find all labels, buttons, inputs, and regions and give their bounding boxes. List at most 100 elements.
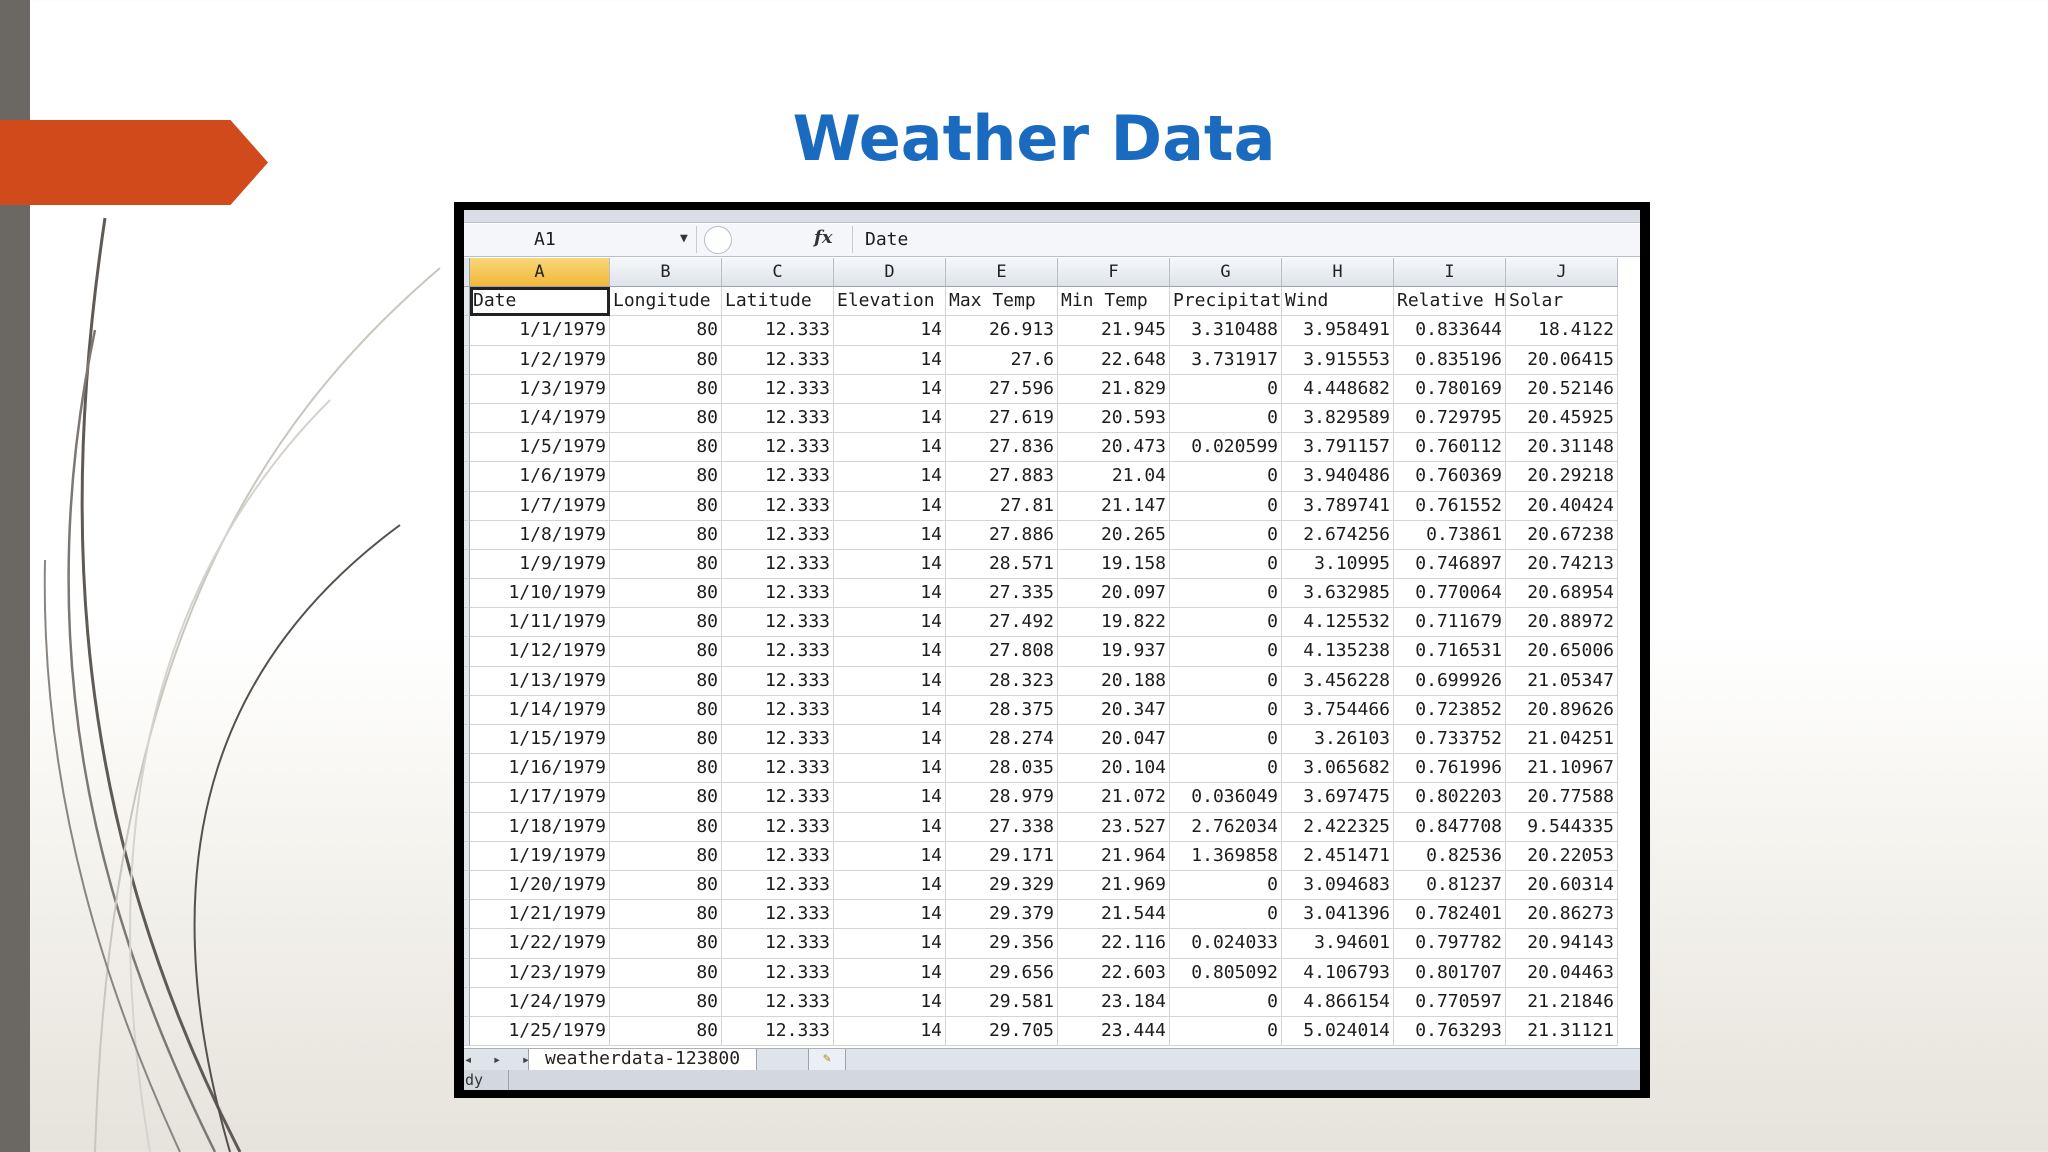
- table-cell[interactable]: 14: [834, 783, 946, 813]
- table-cell[interactable]: 0.711679: [1394, 608, 1506, 638]
- table-cell[interactable]: 12.333: [722, 900, 834, 930]
- table-cell[interactable]: 0.801707: [1394, 958, 1506, 988]
- table-cell[interactable]: 20.188: [1058, 666, 1170, 696]
- table-cell[interactable]: 0.763293: [1394, 1016, 1506, 1047]
- table-cell[interactable]: 0.760369: [1394, 462, 1506, 492]
- table-cell[interactable]: 1/9/1979: [470, 549, 610, 580]
- table-cell[interactable]: 12.333: [722, 987, 834, 1017]
- column-header-h[interactable]: H: [1282, 258, 1394, 288]
- table-cell[interactable]: 29.705: [946, 1016, 1058, 1047]
- table-cell[interactable]: 3.697475: [1282, 783, 1394, 813]
- table-cell[interactable]: 21.072: [1058, 783, 1170, 813]
- table-cell[interactable]: 1/18/1979: [470, 812, 610, 842]
- column-header-f[interactable]: F: [1058, 258, 1170, 288]
- table-cell[interactable]: 1/25/1979: [470, 1016, 610, 1047]
- table-cell[interactable]: 20.67238: [1506, 520, 1618, 550]
- table-cell[interactable]: 1/13/1979: [470, 666, 610, 696]
- table-cell[interactable]: 12.333: [722, 491, 834, 521]
- table-cell[interactable]: 23.444: [1058, 1016, 1170, 1047]
- table-cell[interactable]: 20.65006: [1506, 637, 1618, 667]
- table-cell[interactable]: 0.036049: [1170, 783, 1282, 813]
- table-cell[interactable]: 20.473: [1058, 433, 1170, 463]
- table-cell[interactable]: 20.593: [1058, 403, 1170, 434]
- table-cell[interactable]: 80: [610, 812, 722, 842]
- header-cell[interactable]: Elevation: [834, 287, 946, 317]
- formula-input[interactable]: Date: [852, 226, 1640, 253]
- table-cell[interactable]: 80: [610, 754, 722, 784]
- table-cell[interactable]: 0.797782: [1394, 929, 1506, 959]
- table-cell[interactable]: 1/5/1979: [470, 433, 610, 463]
- table-cell[interactable]: 4.448682: [1282, 374, 1394, 404]
- table-cell[interactable]: 80: [610, 549, 722, 580]
- table-cell[interactable]: 12.333: [722, 725, 834, 755]
- table-cell[interactable]: 14: [834, 754, 946, 784]
- table-cell[interactable]: 9.544335: [1506, 812, 1618, 842]
- table-cell[interactable]: 0: [1170, 695, 1282, 725]
- sheet-tab[interactable]: weatherdata-123800: [528, 1049, 758, 1071]
- table-cell[interactable]: 80: [610, 725, 722, 755]
- table-cell[interactable]: 14: [834, 870, 946, 901]
- table-cell[interactable]: 1/19/1979: [470, 841, 610, 871]
- table-cell[interactable]: 20.77588: [1506, 783, 1618, 813]
- table-cell[interactable]: 0.723852: [1394, 695, 1506, 725]
- table-cell[interactable]: 12.333: [722, 929, 834, 959]
- table-cell[interactable]: 1/7/1979: [470, 491, 610, 521]
- table-cell[interactable]: 12.333: [722, 579, 834, 609]
- table-cell[interactable]: 3.10995: [1282, 549, 1394, 580]
- table-cell[interactable]: 1/6/1979: [470, 462, 610, 492]
- column-header-b[interactable]: B: [610, 258, 722, 288]
- table-cell[interactable]: 12.333: [722, 1016, 834, 1047]
- table-cell[interactable]: 27.596: [946, 374, 1058, 404]
- table-cell[interactable]: 14: [834, 841, 946, 871]
- table-cell[interactable]: 12.333: [722, 666, 834, 696]
- table-cell[interactable]: 0.833644: [1394, 316, 1506, 346]
- column-header-e[interactable]: E: [946, 258, 1058, 288]
- table-cell[interactable]: 14: [834, 316, 946, 346]
- table-cell[interactable]: 3.065682: [1282, 754, 1394, 784]
- table-cell[interactable]: 0: [1170, 754, 1282, 784]
- table-cell[interactable]: 21.05347: [1506, 666, 1618, 696]
- table-cell[interactable]: 27.619: [946, 403, 1058, 434]
- column-header-g[interactable]: G: [1170, 258, 1282, 288]
- table-cell[interactable]: 1/14/1979: [470, 695, 610, 725]
- header-cell[interactable]: Wind: [1282, 287, 1394, 317]
- table-cell[interactable]: 80: [610, 520, 722, 550]
- header-cell[interactable]: Min Temp: [1058, 287, 1170, 317]
- table-cell[interactable]: 2.762034: [1170, 812, 1282, 842]
- table-cell[interactable]: 3.26103: [1282, 725, 1394, 755]
- table-cell[interactable]: 20.74213: [1506, 549, 1618, 580]
- table-cell[interactable]: 1/21/1979: [470, 900, 610, 930]
- table-cell[interactable]: 0.024033: [1170, 929, 1282, 959]
- table-cell[interactable]: 20.52146: [1506, 374, 1618, 404]
- table-cell[interactable]: 0.81237: [1394, 870, 1506, 901]
- table-cell[interactable]: 12.333: [722, 783, 834, 813]
- table-cell[interactable]: 5.024014: [1282, 1016, 1394, 1047]
- table-cell[interactable]: 21.544: [1058, 900, 1170, 930]
- table-cell[interactable]: 20.06415: [1506, 345, 1618, 375]
- table-cell[interactable]: 1/17/1979: [470, 783, 610, 813]
- table-cell[interactable]: 22.648: [1058, 345, 1170, 375]
- table-cell[interactable]: 1/24/1979: [470, 987, 610, 1017]
- table-cell[interactable]: 0: [1170, 491, 1282, 521]
- table-cell[interactable]: 3.041396: [1282, 900, 1394, 930]
- table-cell[interactable]: 28.571: [946, 549, 1058, 580]
- table-cell[interactable]: 27.836: [946, 433, 1058, 463]
- column-header-a[interactable]: A: [470, 258, 610, 288]
- table-cell[interactable]: 3.915553: [1282, 345, 1394, 375]
- table-cell[interactable]: 0.782401: [1394, 900, 1506, 930]
- table-cell[interactable]: 0.733752: [1394, 725, 1506, 755]
- table-cell[interactable]: 29.656: [946, 958, 1058, 988]
- table-cell[interactable]: 80: [610, 374, 722, 404]
- table-cell[interactable]: 27.492: [946, 608, 1058, 638]
- table-cell[interactable]: 1/22/1979: [470, 929, 610, 959]
- table-cell[interactable]: 20.60314: [1506, 870, 1618, 901]
- table-cell[interactable]: 22.116: [1058, 929, 1170, 959]
- table-cell[interactable]: 12.333: [722, 549, 834, 580]
- table-cell[interactable]: 80: [610, 1016, 722, 1047]
- table-cell[interactable]: 20.68954: [1506, 579, 1618, 609]
- column-header-d[interactable]: D: [834, 258, 946, 288]
- table-cell[interactable]: 2.451471: [1282, 841, 1394, 871]
- table-cell[interactable]: 14: [834, 549, 946, 580]
- table-cell[interactable]: 4.125532: [1282, 608, 1394, 638]
- table-cell[interactable]: 12.333: [722, 374, 834, 404]
